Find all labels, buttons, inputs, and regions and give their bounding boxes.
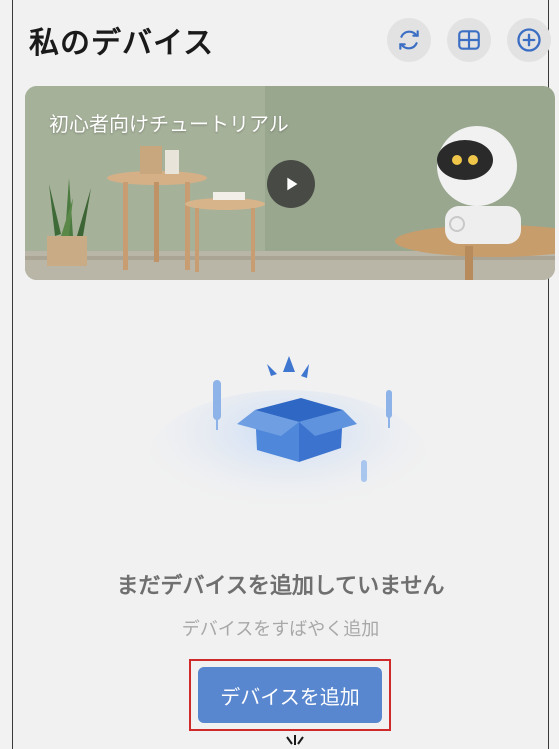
add-circle-icon [517,28,541,52]
header: 私のデバイス [13,0,551,80]
add-device-highlight: デバイスを追加 [189,659,391,731]
tutorial-banner[interactable]: 初心者向けチュートリアル [25,86,555,280]
add-device-button[interactable]: デバイスを追加 [198,667,382,723]
refresh-icon [399,30,419,50]
banner-title: 初心者向けチュートリアル [49,112,289,136]
refresh-button[interactable] [387,18,431,62]
layout-toggle-button[interactable] [447,18,491,62]
app-screen: 私のデバイス 初心者向けチュートリアル まだデバイスを追加していません デバイス… [12,0,555,749]
empty-state-subtitle: デバイスをすばやく追加 [181,619,380,640]
empty-state-title: まだデバイスを追加していません [116,574,445,599]
grid-icon [458,30,480,50]
add-device-header-button[interactable] [507,18,551,62]
tap-indicator-icon [286,735,304,745]
play-button[interactable] [267,160,315,208]
page-title: 私のデバイス [29,26,215,61]
empty-box-illustration [148,356,428,510]
play-icon [287,177,298,191]
